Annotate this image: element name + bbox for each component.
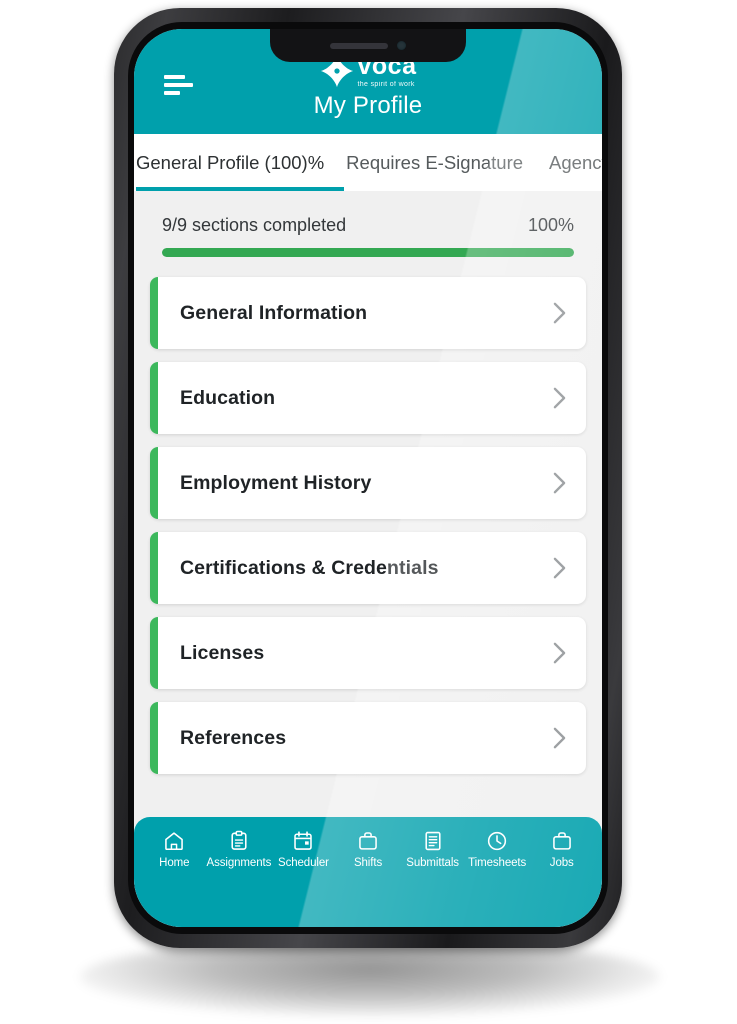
document-icon — [425, 831, 441, 851]
chevron-right-icon — [553, 557, 566, 579]
chevron-right-icon — [553, 727, 566, 749]
completion-progress: 9/9 sections completed 100% — [150, 191, 586, 263]
tab-requires-e-signature[interactable]: Requires E-Signature — [346, 134, 549, 191]
tab-requires-e-signature-label: Requires E-Signature — [346, 151, 524, 173]
phone-bezel: voca the spirit of work My Profile Gener… — [128, 22, 608, 934]
bottom-nav-item-label: Shifts — [353, 857, 383, 869]
bottom-nav-item-home[interactable]: Home — [142, 830, 207, 869]
bottom-nav-item-submittals[interactable]: Submittals — [400, 830, 465, 869]
hamburger-bar-1 — [164, 75, 185, 79]
profile-sections-list: General Information Education Employment H… — [150, 277, 586, 774]
section-card-title: References — [180, 726, 287, 749]
progress-bar-fill — [162, 248, 574, 257]
bottom-nav-item-label: Home — [159, 857, 190, 869]
phone-notch — [270, 29, 466, 62]
section-card-title: Certifications & Credentials — [180, 556, 439, 579]
bottom-nav-item-scheduler[interactable]: Scheduler — [271, 830, 336, 869]
section-card[interactable]: Education — [150, 362, 586, 434]
section-card[interactable]: References — [150, 702, 586, 774]
mockup-stage: voca the spirit of work My Profile Gener… — [0, 0, 737, 1024]
section-card[interactable]: General Information — [150, 277, 586, 349]
section-status-accent — [150, 277, 158, 349]
earpiece-speaker-icon — [330, 42, 388, 49]
hamburger-bar-2 — [164, 83, 193, 87]
clipboard-icon — [231, 830, 247, 850]
bottom-nav-item-assignments[interactable]: Assignments — [206, 830, 272, 869]
bottom-nav-item-shifts[interactable]: Shifts — [336, 830, 401, 869]
bottom-nav-item-label: Assignments — [206, 857, 272, 869]
section-status-accent — [150, 617, 158, 689]
profile-tabs: General Profile (100)% Requires E-Signat… — [134, 134, 602, 191]
calendar-icon — [294, 831, 313, 850]
chevron-right-icon — [553, 302, 566, 324]
bottom-nav-item-label: Timesheets — [468, 857, 527, 869]
tab-active-underline — [136, 187, 345, 191]
tab-general-profile[interactable]: General Profile (100)% — [134, 134, 346, 191]
chevron-right-icon — [553, 387, 566, 409]
section-card[interactable]: Employment History — [150, 447, 586, 519]
home-icon — [165, 832, 184, 851]
tab-general-profile-label: General Profile (100)% — [136, 151, 325, 173]
chevron-right-icon — [553, 472, 566, 494]
front-camera-icon — [397, 41, 406, 50]
section-status-accent — [150, 702, 158, 774]
phone-device-frame: voca the spirit of work My Profile Gener… — [114, 8, 622, 948]
section-card-title: Employment History — [180, 471, 372, 494]
section-card[interactable]: Certifications & Credentials — [150, 532, 586, 604]
page-title: My Profile — [313, 92, 423, 119]
bottom-nav-item-label: Submittals — [406, 857, 459, 869]
chevron-right-icon — [553, 642, 566, 664]
completion-progress-row: 9/9 sections completed 100% — [162, 215, 574, 236]
briefcase-icon — [552, 832, 571, 850]
bottom-nav-item-timesheets[interactable]: Timesheets — [465, 830, 530, 869]
phone-screen: voca the spirit of work My Profile Gener… — [134, 29, 602, 927]
hamburger-menu-icon[interactable] — [164, 75, 194, 95]
bottom-nav-item-label: Scheduler — [278, 857, 329, 869]
section-card-title: Licenses — [180, 641, 265, 664]
progress-bar-track — [162, 248, 574, 257]
section-status-accent — [150, 532, 158, 604]
section-status-accent — [150, 362, 158, 434]
section-card-title: General Information — [180, 301, 368, 324]
tab-agency-documents-label: Agency Do — [549, 151, 602, 173]
section-card-title: Education — [180, 386, 276, 409]
completion-percent-label: 100% — [527, 215, 574, 235]
hamburger-bar-3 — [164, 91, 180, 95]
tab-agency-documents[interactable]: Agency Do — [549, 134, 602, 191]
brand-tagline: the spirit of work — [357, 81, 415, 88]
bottom-nav-item-label: Jobs — [549, 857, 574, 869]
phone-drop-shadow — [80, 938, 660, 1016]
bottom-nav-item-jobs[interactable]: Jobs — [529, 830, 594, 869]
clock-icon — [488, 831, 507, 851]
sections-completed-label: 9/9 sections completed — [162, 215, 347, 235]
section-status-accent — [150, 447, 158, 519]
bottom-navigation-bar: Home Assignments Scheduler Shifts Submittals… — [134, 817, 602, 927]
section-card[interactable]: Licenses — [150, 617, 586, 689]
briefcase-icon — [359, 832, 377, 850]
